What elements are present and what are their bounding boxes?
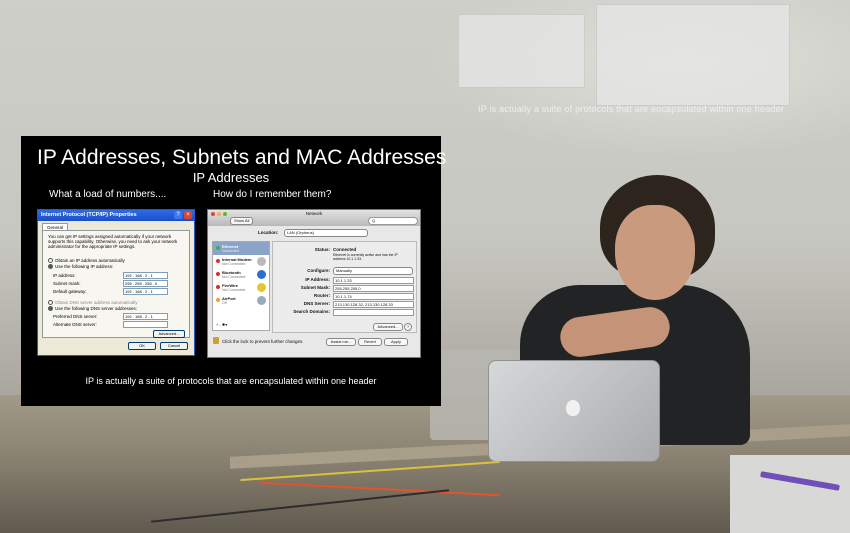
subnet-mask-field[interactable]: 255.255.255.0	[333, 285, 414, 292]
alternate-dns-label: Alternate DNS server:	[53, 322, 97, 327]
add-remove-buttons[interactable]: + - ✱▾	[216, 322, 227, 327]
presenter-face	[615, 205, 695, 300]
revert-button[interactable]: Revert	[358, 338, 382, 346]
service-item-ethernet[interactable]: Ethernet Connected	[213, 242, 269, 255]
subnet-mask-label: Subnet mask:	[53, 281, 81, 286]
presentation-slide: IP Addresses, Subnets and MAC Addresses …	[21, 136, 446, 406]
search-domains-field[interactable]	[333, 309, 414, 316]
slide-title: IP Addresses, Subnets and MAC Addresses	[37, 146, 447, 169]
close-icon[interactable]: ×	[184, 211, 192, 219]
dialog-title: Internet Protocol (TCP/IP) Properties	[38, 210, 194, 221]
equipment-box	[730, 455, 850, 533]
mac-network-preferences: Network Show All Q Location: LAN (Orpheu…	[207, 209, 421, 358]
ip-address-label: IP address:	[53, 273, 76, 278]
ip-address-field[interactable]: 192 . 168 . 2 . 1	[123, 272, 168, 279]
ok-button[interactable]: OK	[128, 342, 156, 350]
service-item-bluetooth[interactable]: Bluetooth Not Connected	[213, 268, 269, 281]
advanced-button[interactable]: Advanced...	[153, 330, 185, 338]
service-item-modem[interactable]: Internal Modem Not Connected	[213, 255, 269, 268]
router-field[interactable]: 10.1.1.74	[333, 293, 414, 300]
subnet-mask-label: Subnet Mask:	[300, 285, 330, 290]
status-value: Connected	[333, 247, 357, 252]
apple-logo-icon	[566, 400, 580, 416]
window-title: Network	[305, 211, 323, 216]
auto-dns-option[interactable]: Obtain DNS server address automatically	[48, 300, 138, 306]
projected-caption: IP is actually a suite of protocols that…	[478, 104, 785, 114]
help-icon[interactable]: ?	[174, 211, 182, 219]
ip-address-field[interactable]: 10.1.1.33	[333, 277, 414, 284]
intro-text: You can get IP settings assigned automat…	[48, 234, 178, 249]
slide-subtitle: IP Addresses	[192, 170, 270, 185]
firewire-icon	[257, 283, 266, 292]
service-detail-pane: Status: Connected Ethernet is currently …	[272, 241, 417, 333]
search-domains-label: Search Domains:	[293, 309, 330, 314]
service-item-firewire[interactable]: FireWire Not Connected	[213, 281, 269, 294]
general-panel: You can get IP settings assigned automat…	[42, 230, 190, 338]
status-label: Status:	[314, 247, 330, 252]
help-button[interactable]: ?	[404, 323, 412, 331]
show-all-button[interactable]: Show All	[230, 217, 254, 225]
windows-tcpip-dialog: Internet Protocol (TCP/IP) Properties ? …	[37, 209, 195, 356]
slide-footer: IP is actually a suite of protocols that…	[85, 376, 377, 386]
subnet-mask-field[interactable]: 255 . 255 . 255 . 0	[123, 280, 168, 287]
manual-dns-option[interactable]: Use the following DNS server addresses:	[48, 306, 137, 312]
preferred-dns-label: Preferred DNS server:	[53, 314, 98, 319]
airport-icon	[257, 296, 266, 305]
location-select[interactable]: LAN (Orpheus)	[284, 229, 368, 237]
cancel-button[interactable]: Cancel	[160, 342, 188, 350]
manual-ip-option[interactable]: Use the following IP address:	[48, 264, 113, 270]
left-heading: What a load of numbers....	[49, 189, 167, 200]
dns-server-field[interactable]: 213.130.128.32, 213.130.128.33	[333, 301, 414, 308]
apply-button[interactable]: Apply	[384, 338, 408, 346]
projected-mac-dialog	[596, 4, 790, 106]
dns-server-label: DNS Server:	[303, 301, 330, 306]
status-detail: Ethernet is currently active and has the…	[333, 253, 398, 261]
configure-label: Configure:	[307, 268, 330, 273]
assist-me-button[interactable]: Assist me...	[326, 338, 356, 346]
advanced-button[interactable]: Advanced...	[373, 323, 403, 331]
lock-text: Click the lock to prevent further change…	[222, 339, 304, 344]
mac-toolbar: Network Show All Q	[208, 210, 420, 226]
auto-ip-option[interactable]: Obtain an IP address automatically	[48, 258, 125, 264]
router-label: Router:	[314, 293, 330, 298]
bluetooth-icon	[257, 270, 266, 279]
alternate-dns-field[interactable]	[123, 321, 168, 328]
search-input[interactable]: Q	[368, 217, 418, 225]
preferred-dns-field[interactable]: 192 . 168 . 2 . 1	[123, 313, 168, 320]
right-heading: How do I remember them?	[213, 189, 332, 200]
lock-icon[interactable]	[213, 337, 219, 344]
location-label: Location:	[258, 230, 279, 235]
ip-address-label: IP Address:	[305, 277, 330, 282]
projected-windows-dialog	[458, 14, 585, 88]
configure-select[interactable]: Manually	[333, 267, 413, 275]
modem-icon	[257, 257, 266, 266]
gateway-label: Default gateway:	[53, 289, 87, 294]
gateway-field[interactable]: 192 . 168 . 2 . 1	[123, 288, 168, 295]
service-item-airport[interactable]: AirPort Off	[213, 294, 269, 307]
service-list: Ethernet Connected Internal Modem Not Conn…	[212, 241, 270, 331]
